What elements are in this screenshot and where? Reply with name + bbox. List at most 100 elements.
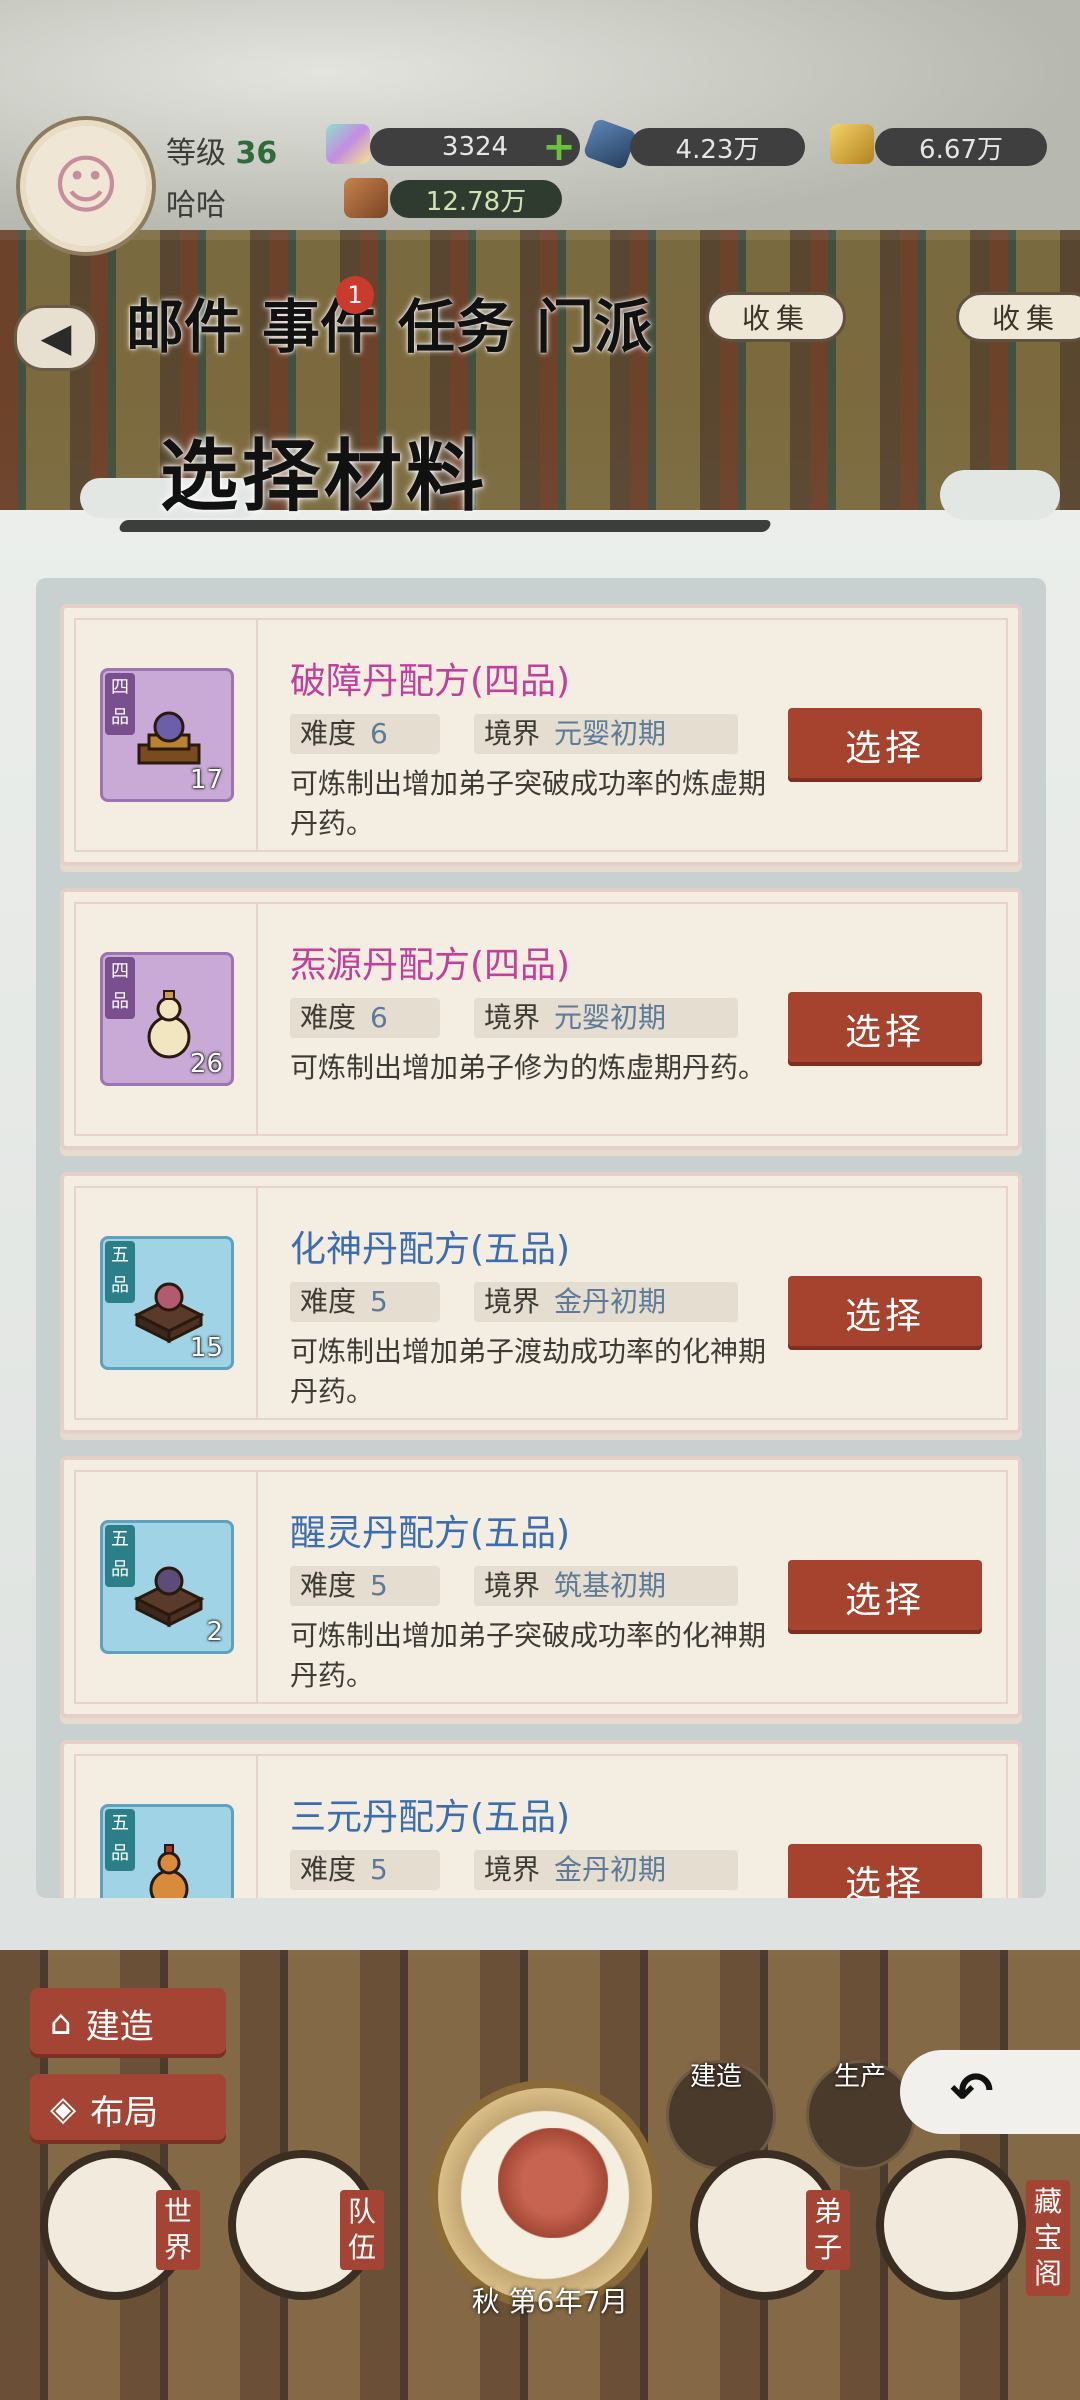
realm-chip: 境界 金丹初期 <box>474 1282 738 1322</box>
recipe-list[interactable]: 四品 17 破障丹配方(四品) 难度 6 境界 元婴初期 可炼制出增加弟子突破成功率… <box>36 578 1046 1898</box>
recipe-name: 破障丹配方(四品) <box>290 661 571 702</box>
game-date: 秋 第6年7月 <box>440 2280 660 2320</box>
item-count: 17 <box>189 765 223 795</box>
recipe-icon: 五品 2 <box>100 1520 234 1654</box>
select-button[interactable]: 选择 <box>788 1844 982 1898</box>
realm-value: 元婴初期 <box>554 717 667 750</box>
list-item: 四品 17 破障丹配方(四品) 难度 6 境界 元婴初期 可炼制出增加弟子突破成功率… <box>60 604 1022 866</box>
crystal-counter: 4.23万 <box>630 128 805 166</box>
gold-value: 6.67万 <box>919 134 1003 165</box>
recipe-icon: 五品 <box>100 1804 234 1898</box>
crystal-value: 4.23万 <box>675 134 760 165</box>
collect-button-2[interactable]: 收集 <box>956 292 1080 342</box>
gem-icon <box>326 124 370 164</box>
build-button[interactable]: ⌂ 建造 <box>30 1988 226 2058</box>
recipe-description: 可炼制出增加弟子突破成功率的化神期丹药。 <box>290 1619 767 1692</box>
realm-chip: 境界 筑基初期 <box>474 1566 738 1606</box>
add-gem-icon[interactable]: + <box>540 127 578 167</box>
select-button[interactable]: 选择 <box>788 1560 982 1634</box>
difficulty-chip: 难度 5 <box>290 1566 440 1606</box>
dialog-header: 选择材料 <box>100 400 773 550</box>
difficulty-label: 难度 <box>300 1001 357 1034</box>
list-item: 五品 2 醒灵丹配方(五品) 难度 5 境界 筑基初期 可炼制出增加弟子突破成功率的… <box>60 1456 1022 1718</box>
recipe-name: 化神丹配方(五品) <box>290 1229 571 1270</box>
pedestal-orb-icon <box>133 1566 205 1628</box>
select-button[interactable]: 选择 <box>788 708 982 782</box>
avatar[interactable]: ☺ <box>20 120 152 252</box>
difficulty-chip: 难度 5 <box>290 1282 440 1322</box>
back-arrow-button[interactable]: ↶ <box>900 2050 1080 2134</box>
realm-label: 境界 <box>484 1569 541 1602</box>
realm-chip: 境界 元婴初期 <box>474 998 738 1038</box>
difficulty-value: 5 <box>370 1853 388 1886</box>
gem-value: 3324 <box>441 132 509 162</box>
layout-label: 布局 <box>90 2092 159 2133</box>
realm-label: 境界 <box>484 1285 541 1318</box>
difficulty-chip: 难度 6 <box>290 998 440 1038</box>
produce-small-label: 生产 <box>834 2062 887 2092</box>
select-button[interactable]: 选择 <box>788 992 982 1066</box>
gold-counter: 6.67万 <box>875 128 1047 166</box>
season-clock[interactable] <box>430 2080 660 2310</box>
recipe-icon: 五品 15 <box>100 1236 234 1370</box>
select-button[interactable]: 选择 <box>788 1276 982 1350</box>
disciple-label: 弟子 <box>806 2190 850 2270</box>
difficulty-chip: 难度 5 <box>290 1850 440 1890</box>
realm-label: 境界 <box>484 717 541 750</box>
nav-left-arrow-button[interactable]: ◀ <box>14 305 98 371</box>
build-label: 建造 <box>85 2006 154 2047</box>
difficulty-label: 难度 <box>300 717 357 750</box>
item-count: 26 <box>189 1049 223 1079</box>
treasury-label: 藏宝阁 <box>1026 2180 1070 2296</box>
gold-icon <box>830 124 874 164</box>
recipe-name: 醒灵丹配方(五品) <box>290 1513 571 1554</box>
difficulty-label: 难度 <box>300 1569 357 1602</box>
season-label: 秋 <box>471 2285 500 2318</box>
realm-label: 境界 <box>484 1853 541 1886</box>
title-brush-stroke <box>117 520 773 532</box>
difficulty-value: 6 <box>370 717 388 750</box>
difficulty-chip: 难度 6 <box>290 714 440 754</box>
treasury-button[interactable] <box>876 2150 1026 2300</box>
level-label: 等级 <box>166 136 226 171</box>
recipe-name: 炁源丹配方(四品) <box>290 945 571 986</box>
item-count: 15 <box>189 1333 223 1363</box>
ore-value: 12.78万 <box>425 186 527 217</box>
events-badge: 1 <box>336 276 374 314</box>
nav-tasks[interactable]: 任务 <box>398 280 514 370</box>
recipe-name: 三元丹配方(五品) <box>290 1797 571 1838</box>
realm-chip: 境界 元婴初期 <box>474 714 738 754</box>
gourd-icon <box>149 1844 189 1898</box>
house-icon: ⌂ <box>50 2003 72 2043</box>
team-label: 队伍 <box>340 2190 384 2270</box>
cloud-decoration <box>940 470 1060 520</box>
tiles-icon: ◈ <box>50 2089 77 2129</box>
collect-button-1[interactable]: 收集 <box>706 292 846 342</box>
recipe-icon: 四品 26 <box>100 952 234 1086</box>
nav-sect[interactable]: 门派 <box>536 280 652 370</box>
date-label: 第6年7月 <box>508 2285 629 2318</box>
level-display: 等级 36 <box>166 128 277 172</box>
realm-label: 境界 <box>484 1001 541 1034</box>
world-label: 世界 <box>156 2190 200 2270</box>
realm-value: 金丹初期 <box>554 1285 667 1318</box>
list-item: 五品 15 化神丹配方(五品) 难度 5 境界 金丹初期 可炼制出增加弟子渡劫成功率… <box>60 1172 1022 1434</box>
level-value: 36 <box>235 136 278 171</box>
difficulty-value: 5 <box>370 1285 388 1318</box>
realm-chip: 境界 金丹初期 <box>474 1850 738 1890</box>
realm-value: 金丹初期 <box>554 1853 667 1886</box>
autumn-tree-icon <box>498 2128 608 2238</box>
difficulty-value: 6 <box>370 1001 388 1034</box>
ore-icon <box>344 178 388 218</box>
realm-value: 筑基初期 <box>554 1569 667 1602</box>
item-count: 2 <box>206 1617 223 1647</box>
nav-mail[interactable]: 邮件 <box>126 280 242 370</box>
difficulty-value: 5 <box>370 1569 388 1602</box>
ore-counter: 12.78万 <box>390 180 562 218</box>
realm-value: 元婴初期 <box>554 1001 667 1034</box>
list-item: 四品 26 炁源丹配方(四品) 难度 6 境界 元婴初期 可炼制出增加弟子修为的炼虚… <box>60 888 1022 1150</box>
recipe-icon: 四品 17 <box>100 668 234 802</box>
difficulty-label: 难度 <box>300 1853 357 1886</box>
recipe-description: 可炼制出增加弟子修为的炼虚期丹药。 <box>290 1051 767 1084</box>
layout-button[interactable]: ◈ 布局 <box>30 2074 226 2144</box>
